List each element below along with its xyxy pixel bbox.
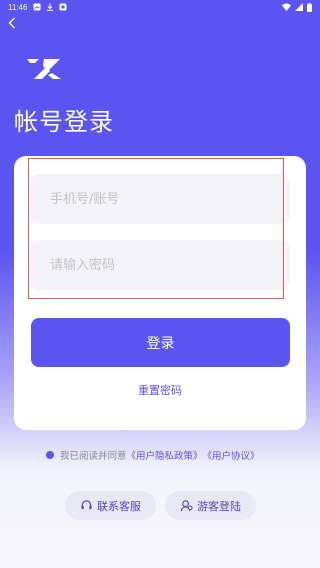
agreement-checkbox[interactable] <box>46 451 54 459</box>
notification-icon <box>59 3 67 11</box>
app-logo <box>27 59 61 79</box>
contact-service-button[interactable]: 联系客服 <box>65 491 156 520</box>
agreement-row: 我已阅读并同意 《用户隐私政策》 《用户协议》 <box>46 448 260 462</box>
agreement-prefix: 我已阅读并同意 <box>60 451 127 462</box>
status-time: 11:46 <box>8 2 28 12</box>
status-bar: 11:46 <box>0 0 320 14</box>
guest-login-label: 游客登陆 <box>197 499 241 513</box>
guest-login-button[interactable]: 游客登陆 <box>165 491 256 520</box>
user-agreement-link[interactable]: 《用户协议》 <box>203 448 260 462</box>
wifi-icon <box>282 3 291 11</box>
login-card: 登录 重置密码 <box>14 156 306 430</box>
image-icon <box>33 3 41 11</box>
page-title: 帐号登录 <box>14 108 114 136</box>
password-input[interactable] <box>30 240 290 290</box>
contact-service-label: 联系客服 <box>97 499 141 513</box>
login-button[interactable]: 登录 <box>31 318 290 367</box>
reset-password-link[interactable]: 重置密码 <box>14 382 306 398</box>
battery-icon <box>307 2 312 12</box>
download-icon <box>47 3 54 11</box>
signal-icon <box>295 3 303 11</box>
privacy-policy-link[interactable]: 《用户隐私政策》 <box>127 448 203 462</box>
headset-icon <box>81 500 92 510</box>
back-button[interactable] <box>5 15 19 31</box>
guest-user-icon <box>180 500 193 512</box>
chevron-left-icon <box>8 17 15 29</box>
phone-account-input[interactable] <box>30 174 290 224</box>
